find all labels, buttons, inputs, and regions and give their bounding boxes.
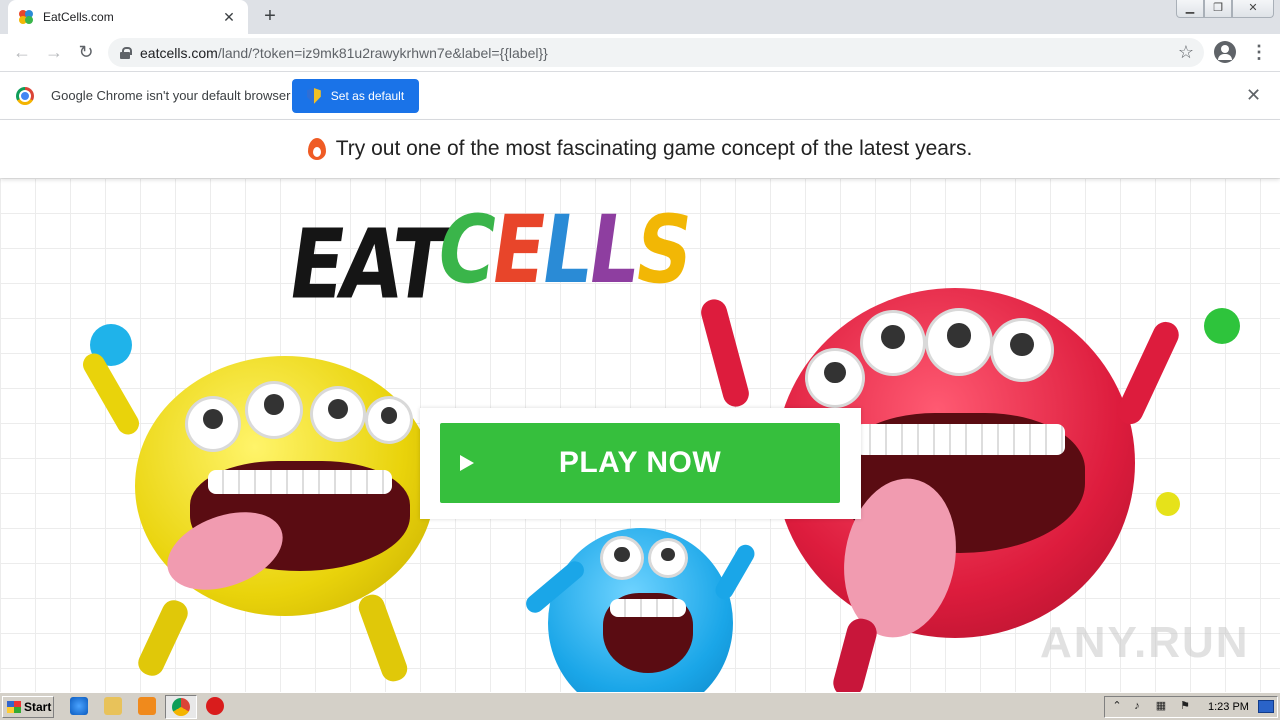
start-button[interactable]: Start	[2, 696, 54, 718]
blue-monster-image	[548, 528, 733, 692]
volume-icon[interactable]: ♪	[1130, 699, 1144, 713]
promo-banner: Try out one of the most fascinating game…	[0, 120, 1280, 178]
yellow-dot	[1156, 492, 1180, 516]
start-label: Start	[24, 700, 52, 714]
windows-flag-icon	[7, 701, 21, 713]
taskbar: Start ⌃ ♪ ▦ ⚑ 1:23 PM	[0, 692, 1280, 720]
game-landing-stage: EAT CELLS PLAY NOW ANY.RUN	[0, 178, 1280, 692]
infobar-close-icon[interactable]: ✕	[1246, 85, 1261, 106]
chrome-taskbar-icon	[172, 698, 190, 716]
browser-toolbar: ← → ↻ eatcells.com/land/?token=iz9mk81u2…	[0, 34, 1280, 71]
new-tab-button[interactable]: +	[259, 6, 281, 28]
yellow-monster-leg	[134, 596, 192, 680]
clock: 1:23 PM	[1208, 701, 1249, 713]
set-as-default-label: Set as default	[330, 89, 405, 103]
url-host: eatcells.com	[140, 44, 218, 61]
chrome-logo-icon	[16, 87, 34, 105]
play-box: PLAY NOW	[420, 408, 861, 519]
anyrun-watermark: ANY.RUN	[1040, 618, 1250, 667]
red-monster-arm	[1112, 317, 1184, 429]
profile-icon[interactable]	[1214, 41, 1236, 63]
media-player-icon[interactable]	[138, 697, 156, 715]
address-bar[interactable]: eatcells.com/land/?token=iz9mk81u2rawykr…	[108, 38, 1204, 67]
url-path: /land/?token=iz9mk81u2rawykrhwn7e&label=…	[217, 44, 548, 61]
eatcells-favicon-icon	[19, 10, 33, 24]
play-now-label: PLAY NOW	[558, 446, 722, 479]
infobar-message: Google Chrome isn't your default browser	[51, 88, 291, 103]
yellow-monster-leg	[355, 591, 411, 685]
minimize-button[interactable]: ▁	[1176, 0, 1204, 18]
tab-strip: EatCells.com ✕ + ▁ ❐ ✕	[0, 0, 1280, 34]
chrome-taskbar-button[interactable]	[165, 695, 197, 719]
flame-icon	[307, 138, 326, 160]
red-monster-arm	[698, 296, 752, 410]
window-controls: ▁ ❐ ✕	[1176, 0, 1274, 18]
shield-icon	[306, 88, 321, 104]
play-icon	[460, 455, 474, 471]
folder-icon[interactable]	[104, 697, 122, 715]
lock-icon	[120, 46, 132, 59]
banner-text: Try out one of the most fascinating game…	[335, 137, 973, 160]
back-icon[interactable]: ←	[6, 37, 38, 69]
restore-button[interactable]: ❐	[1204, 0, 1232, 18]
tray-expand-icon[interactable]: ⌃	[1110, 699, 1124, 713]
set-as-default-button[interactable]: Set as default	[292, 79, 419, 113]
default-browser-infobar: Google Chrome isn't your default browser…	[0, 71, 1280, 120]
close-window-button[interactable]: ✕	[1232, 0, 1274, 18]
tab-close-icon[interactable]: ✕	[220, 8, 238, 26]
reload-icon[interactable]: ↻	[70, 37, 102, 69]
show-desktop-icon[interactable]	[1258, 700, 1274, 713]
play-now-button[interactable]: PLAY NOW	[440, 423, 840, 503]
logo-cells-word: CELLS	[430, 197, 696, 305]
network-icon[interactable]: ▦	[1154, 699, 1168, 713]
yellow-monster-image	[135, 356, 435, 616]
green-dot	[1204, 308, 1240, 344]
star-icon[interactable]: ☆	[1178, 42, 1194, 63]
forward-icon[interactable]: →	[38, 37, 70, 69]
menu-icon[interactable]: ⋮	[1250, 42, 1268, 62]
url-text: eatcells.com/land/?token=iz9mk81u2rawykr…	[140, 45, 548, 61]
tab-title: EatCells.com	[43, 10, 114, 24]
red-monster-leg	[830, 615, 880, 692]
ie-icon[interactable]	[70, 697, 88, 715]
flag-icon[interactable]: ⚑	[1178, 699, 1192, 713]
tab-eatcells[interactable]: EatCells.com ✕	[8, 0, 248, 34]
logo-eat-word: EAT	[282, 208, 451, 321]
stop-icon[interactable]	[206, 697, 224, 715]
